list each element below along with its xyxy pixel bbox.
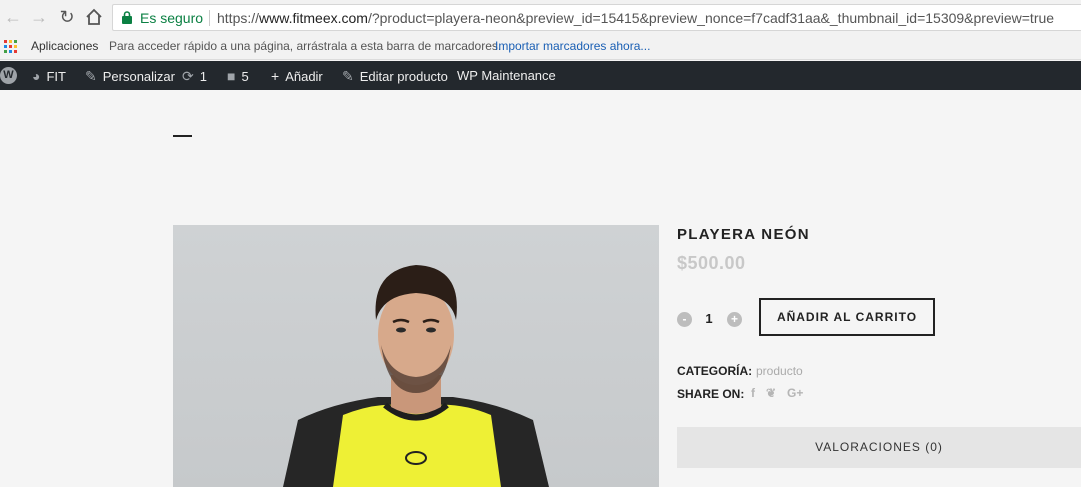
url-host: www.fitmeex.com	[259, 10, 368, 26]
home-icon[interactable]	[85, 8, 103, 26]
import-bookmarks-link[interactable]: Importar marcadores ahora...	[495, 39, 650, 53]
brush-icon: ✎	[85, 68, 97, 84]
comment-bubble-icon: ■	[227, 68, 236, 84]
forward-arrow-icon[interactable]: →	[30, 8, 48, 26]
category-label: CATEGORÍA:	[677, 364, 753, 378]
header-dash	[173, 135, 192, 137]
updates-item[interactable]: ⟳ 1	[182, 68, 207, 85]
dashboard-icon: ◕	[32, 68, 41, 84]
url-text[interactable]: https://www.fitmeex.com/?product=playera…	[217, 10, 1054, 26]
quantity-input[interactable]: 1	[700, 311, 718, 326]
secure-label: Es seguro	[140, 10, 204, 26]
apps-label[interactable]: Aplicaciones	[31, 39, 98, 53]
site-name-item[interactable]: ◕ FIT	[32, 68, 66, 84]
plus-icon: +	[271, 68, 280, 84]
customize-item[interactable]: ✎ Personalizar	[85, 68, 175, 85]
reload-icon[interactable]: ↻	[58, 8, 76, 26]
url-path: /?product=playera-neon&preview_id=15415&…	[367, 10, 1055, 26]
pencil-icon: ✎	[342, 68, 354, 84]
customize-label: Personalizar	[102, 69, 175, 84]
twitter-icon[interactable]: ❦	[766, 386, 776, 400]
back-arrow-icon[interactable]: ←	[4, 8, 22, 26]
browser-toolbar: ← → ↻ Es seguro https://www.fitmeex.com/…	[0, 0, 1081, 34]
quantity-increase-button[interactable]: +	[727, 312, 742, 327]
tab-reviews[interactable]: VALORACIONES (0)	[677, 427, 1081, 468]
model-photo	[283, 265, 549, 487]
site-name-label: FIT	[46, 69, 66, 84]
updates-count: 1	[199, 69, 207, 84]
bookmarks-bar: Aplicaciones Para acceder rápido a una p…	[0, 34, 1081, 60]
add-to-cart-button[interactable]: AÑADIR AL CARRITO	[759, 298, 935, 336]
edit-product-item[interactable]: ✎ Editar producto	[342, 68, 448, 85]
wordpress-logo-icon[interactable]	[0, 67, 17, 84]
google-plus-icon[interactable]: G+	[787, 386, 803, 400]
add-new-label: Añadir	[285, 69, 323, 84]
address-bar[interactable]: Es seguro https://www.fitmeex.com/?produ…	[112, 4, 1081, 31]
add-new-item[interactable]: + Añadir	[271, 68, 323, 84]
quantity-decrease-button[interactable]: -	[677, 312, 692, 327]
updates-icon: ⟳	[182, 68, 194, 84]
category-link[interactable]: producto	[756, 364, 803, 378]
apps-grid-icon[interactable]	[4, 40, 18, 54]
product-image[interactable]	[173, 225, 659, 487]
product-title: PLAYERA NEÓN	[677, 226, 810, 243]
lock-icon	[122, 11, 132, 24]
comments-item[interactable]: ■ 5	[227, 68, 249, 84]
comments-count: 5	[241, 69, 249, 84]
wp-admin-bar: ◕FIT ✎Personalizar ⟳1 ■5 +Añadir ✎Editar…	[0, 61, 1081, 90]
facebook-icon[interactable]: f	[751, 386, 755, 400]
url-divider	[209, 10, 210, 26]
bookmarks-hint: Para acceder rápido a una página, arrást…	[109, 39, 502, 53]
share-label: SHARE ON:	[677, 387, 745, 401]
edit-product-label: Editar producto	[359, 69, 448, 84]
url-scheme: https://	[217, 10, 260, 26]
maintenance-item[interactable]: WP Maintenance	[457, 68, 556, 83]
product-price: $500.00	[677, 253, 746, 273]
